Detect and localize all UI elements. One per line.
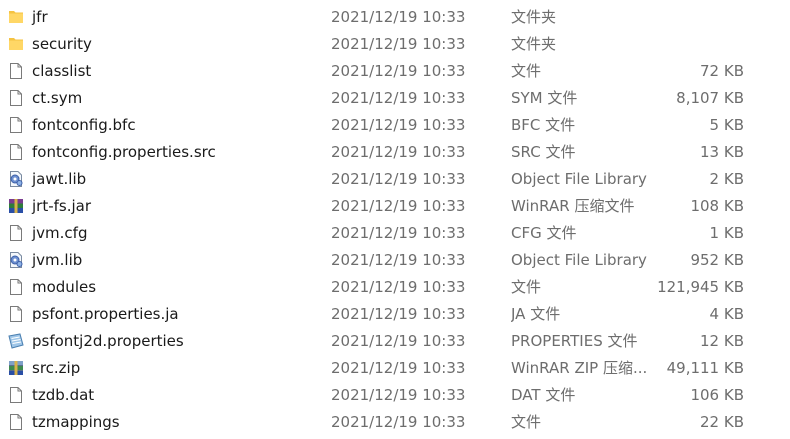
file-type: SRC 文件 <box>511 143 576 161</box>
file-type: 文件夹 <box>511 35 557 53</box>
file-name: modules <box>32 278 97 296</box>
file-size: 952 KB <box>690 251 744 269</box>
file-date: 2021/12/19 10:33 <box>331 278 466 296</box>
file-row-jfr[interactable]: jfr 2021/12/19 10:33 文件夹 <box>0 4 790 31</box>
file-size: 4 KB <box>709 305 744 323</box>
file-type: 文件 <box>511 278 542 296</box>
file-type: WinRAR ZIP 压缩... <box>511 359 648 377</box>
file-icon <box>7 224 25 242</box>
file-name: jrt-fs.jar <box>32 197 92 215</box>
file-name: jvm.lib <box>32 251 83 269</box>
file-name: psfont.properties.ja <box>32 305 179 323</box>
file-icon <box>7 278 25 296</box>
file-type: JA 文件 <box>511 305 561 323</box>
file-name: security <box>32 35 92 53</box>
file-name: classlist <box>32 62 92 80</box>
file-date: 2021/12/19 10:33 <box>331 89 466 107</box>
file-size: 13 KB <box>700 143 744 161</box>
file-icon <box>7 413 25 431</box>
file-date: 2021/12/19 10:33 <box>331 386 466 404</box>
file-icon <box>7 116 25 134</box>
file-size: 106 KB <box>690 386 744 404</box>
file-date: 2021/12/19 10:33 <box>331 413 466 431</box>
file-row-modules[interactable]: modules 2021/12/19 10:33 文件 121,945 KB <box>0 274 790 301</box>
file-type: DAT 文件 <box>511 386 576 404</box>
folder-icon <box>7 8 25 26</box>
file-row-tzmappings[interactable]: tzmappings 2021/12/19 10:33 文件 22 KB <box>0 409 790 436</box>
file-date: 2021/12/19 10:33 <box>331 359 466 377</box>
winrar-zip-icon <box>7 359 25 377</box>
file-type: 文件夹 <box>511 8 557 26</box>
file-size: 22 KB <box>700 413 744 431</box>
file-row-jawt-lib[interactable]: jawt.lib 2021/12/19 10:33 Object File Li… <box>0 166 790 193</box>
file-date: 2021/12/19 10:33 <box>331 143 466 161</box>
file-row-fontconfig-bfc[interactable]: fontconfig.bfc 2021/12/19 10:33 BFC 文件 5… <box>0 112 790 139</box>
file-size: 108 KB <box>690 197 744 215</box>
file-row-tzdb-dat[interactable]: tzdb.dat 2021/12/19 10:33 DAT 文件 106 KB <box>0 382 790 409</box>
file-date: 2021/12/19 10:33 <box>331 170 466 188</box>
file-row-jvm-lib[interactable]: jvm.lib 2021/12/19 10:33 Object File Lib… <box>0 247 790 274</box>
file-size: 121,945 KB <box>657 278 744 296</box>
winrar-archive-icon <box>7 197 25 215</box>
file-row-src-zip[interactable]: src.zip 2021/12/19 10:33 WinRAR ZIP 压缩..… <box>0 355 790 382</box>
file-size: 1 KB <box>709 224 744 242</box>
file-size: 5 KB <box>709 116 744 134</box>
file-icon <box>7 305 25 323</box>
file-name: tzmappings <box>32 413 120 431</box>
file-row-psfontj2d-properties[interactable]: psfontj2d.properties 2021/12/19 10:33 PR… <box>0 328 790 355</box>
file-name: psfontj2d.properties <box>32 332 184 350</box>
file-row-psfont-properties-ja[interactable]: psfont.properties.ja 2021/12/19 10:33 JA… <box>0 301 790 328</box>
file-type: CFG 文件 <box>511 224 577 242</box>
file-name: fontconfig.bfc <box>32 116 136 134</box>
library-icon <box>7 170 25 188</box>
file-type: SYM 文件 <box>511 89 578 107</box>
file-name: fontconfig.properties.src <box>32 143 216 161</box>
file-size: 12 KB <box>700 332 744 350</box>
file-date: 2021/12/19 10:33 <box>331 62 466 80</box>
file-date: 2021/12/19 10:33 <box>331 197 466 215</box>
file-row-classlist[interactable]: classlist 2021/12/19 10:33 文件 72 KB <box>0 58 790 85</box>
file-icon <box>7 386 25 404</box>
file-list: jfr 2021/12/19 10:33 文件夹 security 2021/1… <box>0 0 790 439</box>
file-size: 49,111 KB <box>666 359 744 377</box>
file-name: jvm.cfg <box>32 224 88 242</box>
file-row-jrt-fs-jar[interactable]: jrt-fs.jar 2021/12/19 10:33 WinRAR 压缩文件 … <box>0 193 790 220</box>
file-type: Object File Library <box>511 251 647 269</box>
file-name: tzdb.dat <box>32 386 95 404</box>
file-name: jawt.lib <box>32 170 87 188</box>
file-date: 2021/12/19 10:33 <box>331 251 466 269</box>
file-row-fontconfig-properties-src[interactable]: fontconfig.properties.src 2021/12/19 10:… <box>0 139 790 166</box>
file-icon <box>7 143 25 161</box>
file-row-security[interactable]: security 2021/12/19 10:33 文件夹 <box>0 31 790 58</box>
file-date: 2021/12/19 10:33 <box>331 224 466 242</box>
file-size: 8,107 KB <box>676 89 744 107</box>
file-row-jvm-cfg[interactable]: jvm.cfg 2021/12/19 10:33 CFG 文件 1 KB <box>0 220 790 247</box>
file-size: 2 KB <box>709 170 744 188</box>
file-name: ct.sym <box>32 89 83 107</box>
file-type: Object File Library <box>511 170 647 188</box>
library-icon <box>7 251 25 269</box>
file-date: 2021/12/19 10:33 <box>331 305 466 323</box>
file-type: 文件 <box>511 413 542 431</box>
file-date: 2021/12/19 10:33 <box>331 116 466 134</box>
file-date: 2021/12/19 10:33 <box>331 332 466 350</box>
file-date: 2021/12/19 10:33 <box>331 35 466 53</box>
file-type: 文件 <box>511 62 542 80</box>
file-name: src.zip <box>32 359 81 377</box>
file-type: WinRAR 压缩文件 <box>511 197 635 215</box>
file-date: 2021/12/19 10:33 <box>331 8 466 26</box>
file-icon <box>7 62 25 80</box>
folder-icon <box>7 35 25 53</box>
file-name: jfr <box>32 8 48 26</box>
properties-file-icon <box>7 332 25 350</box>
file-row-ct-sym[interactable]: ct.sym 2021/12/19 10:33 SYM 文件 8,107 KB <box>0 85 790 112</box>
file-icon <box>7 89 25 107</box>
file-type: PROPERTIES 文件 <box>511 332 638 350</box>
file-size: 72 KB <box>700 62 744 80</box>
file-type: BFC 文件 <box>511 116 576 134</box>
